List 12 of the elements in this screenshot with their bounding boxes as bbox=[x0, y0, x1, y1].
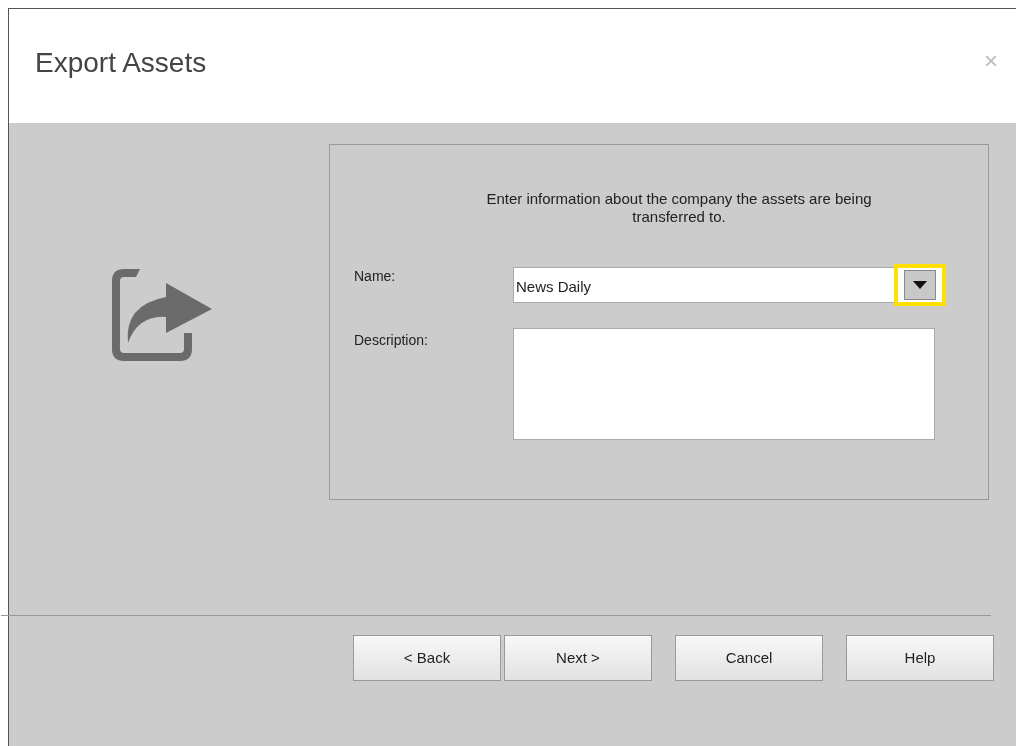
dialog-button[interactable]: < Back bbox=[353, 635, 501, 681]
caret-icon bbox=[913, 281, 927, 289]
description-field[interactable] bbox=[513, 328, 935, 440]
name-dropdown[interactable]: News Daily bbox=[513, 267, 895, 303]
instructions-text: Enter information about the company the assets are being transferred to. bbox=[485, 190, 873, 226]
window-title: Export Assets bbox=[35, 46, 207, 80]
dialog-button[interactable]: Cancel bbox=[675, 635, 823, 681]
field-label: Description: bbox=[354, 331, 429, 350]
dialog-button[interactable]: Help bbox=[846, 635, 994, 681]
dialog-button[interactable]: Next > bbox=[504, 635, 652, 681]
field-label: Name: bbox=[354, 267, 397, 286]
dropdown-button[interactable] bbox=[894, 264, 946, 306]
